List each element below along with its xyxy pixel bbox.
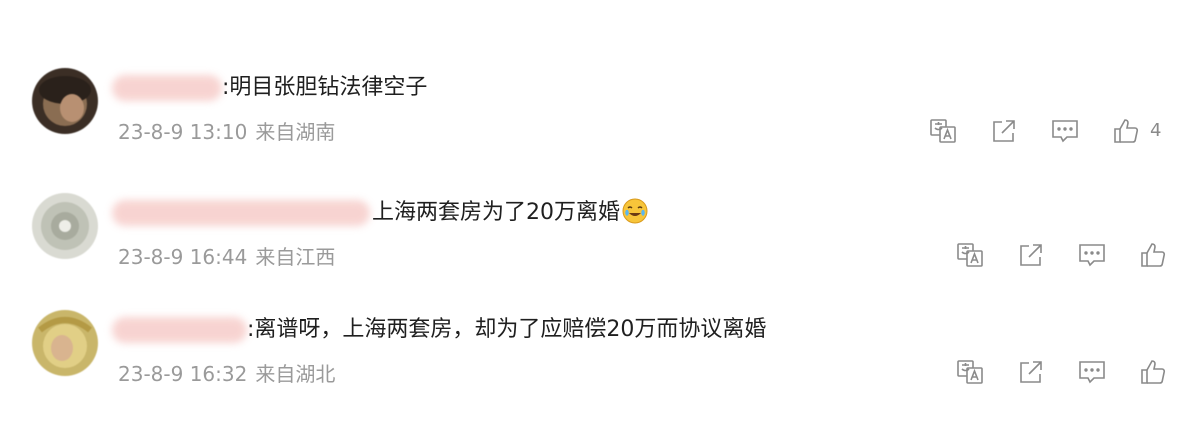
comment-text: 上海两套房为了20万离婚 — [372, 198, 648, 228]
thumbs-up-icon — [1141, 243, 1166, 267]
like-button[interactable] — [1138, 240, 1168, 270]
share-icon — [1020, 244, 1042, 266]
thumbs-up-icon — [1114, 119, 1139, 143]
reply-button[interactable] — [1077, 357, 1107, 387]
comment-date: 23-8-9 13:10 — [118, 120, 248, 144]
share-icon — [1020, 361, 1042, 383]
comment-icon — [1079, 361, 1105, 384]
translate-icon — [957, 243, 983, 267]
translate-button[interactable] — [928, 116, 958, 146]
translate-button[interactable] — [955, 240, 985, 270]
comment-location: 来自湖南 — [255, 120, 336, 144]
comment-item: :离谱呀，上海两套房，却为了应赔偿20万而协议离婚 23-8-9 16:32 来自… — [0, 302, 1200, 412]
share-button[interactable] — [1016, 357, 1046, 387]
comment-actions: 4 — [928, 116, 1178, 146]
comment-icon — [1052, 120, 1078, 143]
comment-date: 23-8-9 16:44 — [118, 245, 248, 269]
like-count: 4 — [1150, 120, 1162, 141]
comment-meta: 23-8-9 13:10 来自湖南 — [118, 118, 335, 146]
comment-icon — [1079, 244, 1105, 267]
comment-location: 来自湖北 — [255, 362, 336, 386]
share-button[interactable] — [989, 116, 1019, 146]
like-button[interactable] — [1111, 116, 1141, 146]
comment-actions — [955, 357, 1170, 387]
username-blurred[interactable] — [112, 75, 222, 101]
comment-item: 上海两套房为了20万离婚 23-8-9 16:44 来自江西 — [0, 185, 1200, 295]
comment-text: :离谱呀，上海两套房，却为了应赔偿20万而协议离婚 — [247, 317, 767, 342]
comment-actions — [955, 240, 1170, 270]
comment-text: :明目张胆钻法律空子 — [222, 75, 428, 100]
comment-location: 来自江西 — [255, 245, 336, 269]
reply-button[interactable] — [1050, 116, 1080, 146]
comment-item: :明目张胆钻法律空子 23-8-9 13:10 来自湖南 4 — [0, 60, 1200, 170]
comment-meta: 23-8-9 16:44 来自江西 — [118, 243, 335, 271]
like-button[interactable] — [1138, 357, 1168, 387]
comment-date: 23-8-9 16:32 — [118, 362, 248, 386]
comment-meta: 23-8-9 16:32 来自湖北 — [118, 360, 335, 388]
translate-icon — [930, 119, 956, 143]
username-blurred[interactable] — [112, 200, 370, 226]
translate-button[interactable] — [955, 357, 985, 387]
share-icon — [993, 120, 1015, 142]
avatar[interactable] — [32, 310, 98, 376]
avatar[interactable] — [32, 68, 98, 134]
share-button[interactable] — [1016, 240, 1046, 270]
thumbs-up-icon — [1141, 360, 1166, 384]
avatar[interactable] — [32, 193, 98, 259]
comment-text-content: 上海两套房为了20万离婚 — [372, 200, 620, 225]
reply-button[interactable] — [1077, 240, 1107, 270]
translate-icon — [957, 360, 983, 384]
username-blurred[interactable] — [112, 317, 247, 343]
laughing-crying-emoji-icon — [622, 198, 648, 224]
